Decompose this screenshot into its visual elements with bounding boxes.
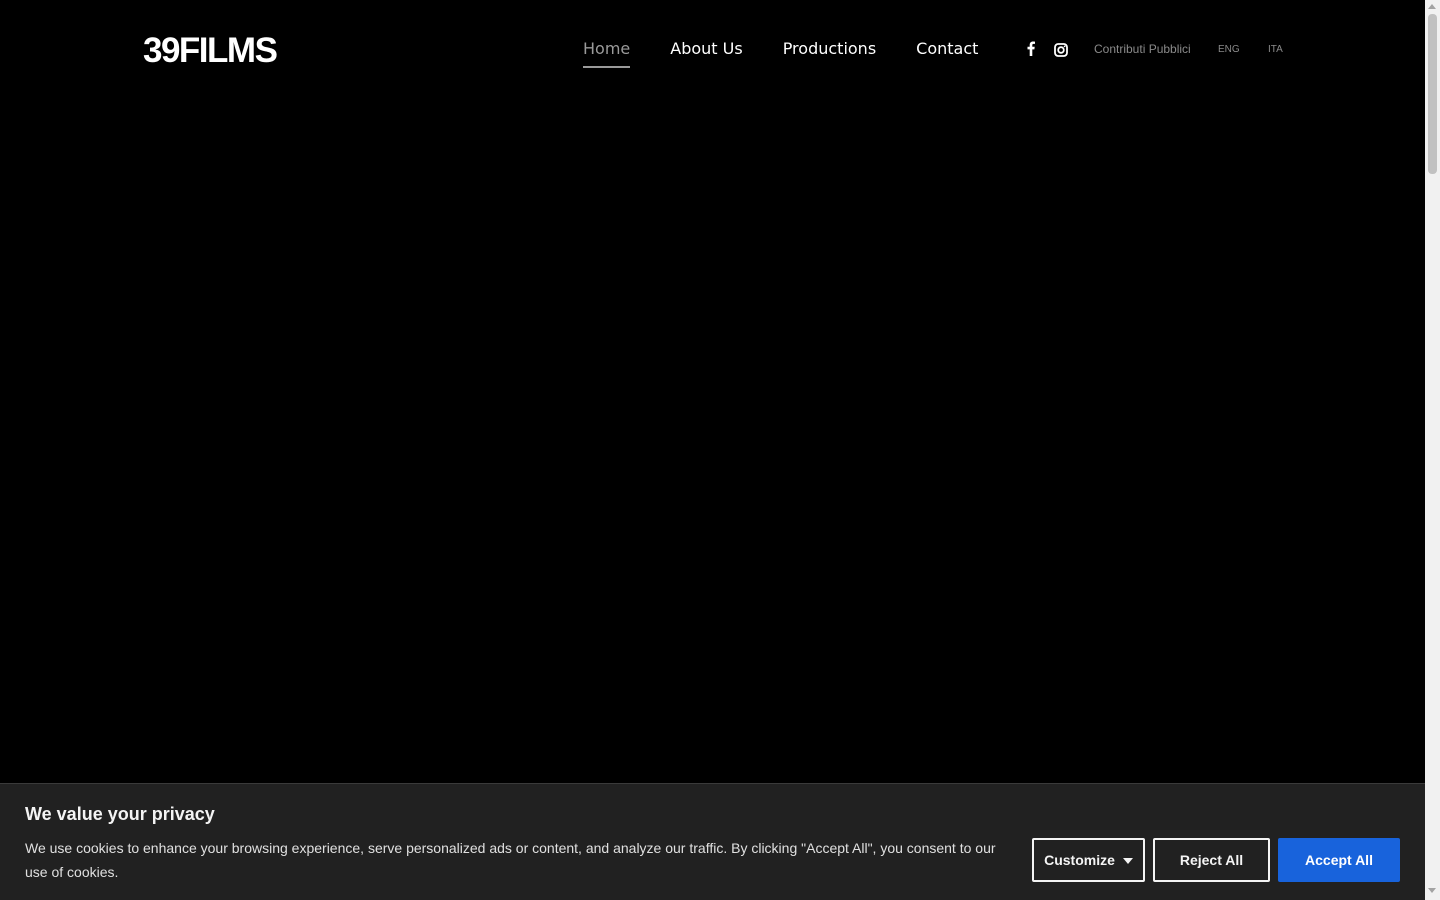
main-nav: Home About Us Productions Contact xyxy=(583,36,978,68)
cookie-banner-title: We value your privacy xyxy=(25,804,215,824)
instagram-icon[interactable] xyxy=(1054,42,1068,57)
facebook-icon[interactable] xyxy=(1026,41,1036,56)
site-logo[interactable]: 39FILMS xyxy=(143,33,281,69)
contributi-pubblici-link[interactable]: Contributi Pubblici xyxy=(1094,42,1191,56)
site-header: 39FILMS Home About Us Productions Contac… xyxy=(0,0,1425,100)
customize-button-label: Customize xyxy=(1044,852,1115,868)
scroll-down-arrow-icon[interactable] xyxy=(1428,888,1436,893)
reject-all-button[interactable]: Reject All xyxy=(1153,838,1270,882)
cookie-consent-banner: We value your privacy We use cookies to … xyxy=(0,783,1425,900)
accept-all-button[interactable]: Accept All xyxy=(1278,838,1400,882)
nav-contact[interactable]: Contact xyxy=(916,36,978,62)
language-eng-link[interactable]: ENG xyxy=(1218,43,1240,57)
nav-about-us[interactable]: About Us xyxy=(670,36,742,62)
nav-productions[interactable]: Productions xyxy=(783,36,876,62)
page-scrollbar[interactable] xyxy=(1425,0,1440,900)
page: 39FILMS Home About Us Productions Contac… xyxy=(0,0,1425,900)
language-ita-link[interactable]: ITA xyxy=(1268,43,1283,57)
scrollbar-thumb[interactable] xyxy=(1428,14,1437,174)
caret-down-icon xyxy=(1122,858,1133,865)
nav-home[interactable]: Home xyxy=(583,36,631,68)
scroll-up-arrow-icon[interactable] xyxy=(1428,4,1436,9)
cookie-banner-text: We use cookies to enhance your browsing … xyxy=(25,840,996,880)
customize-button[interactable]: Customize xyxy=(1032,838,1145,882)
